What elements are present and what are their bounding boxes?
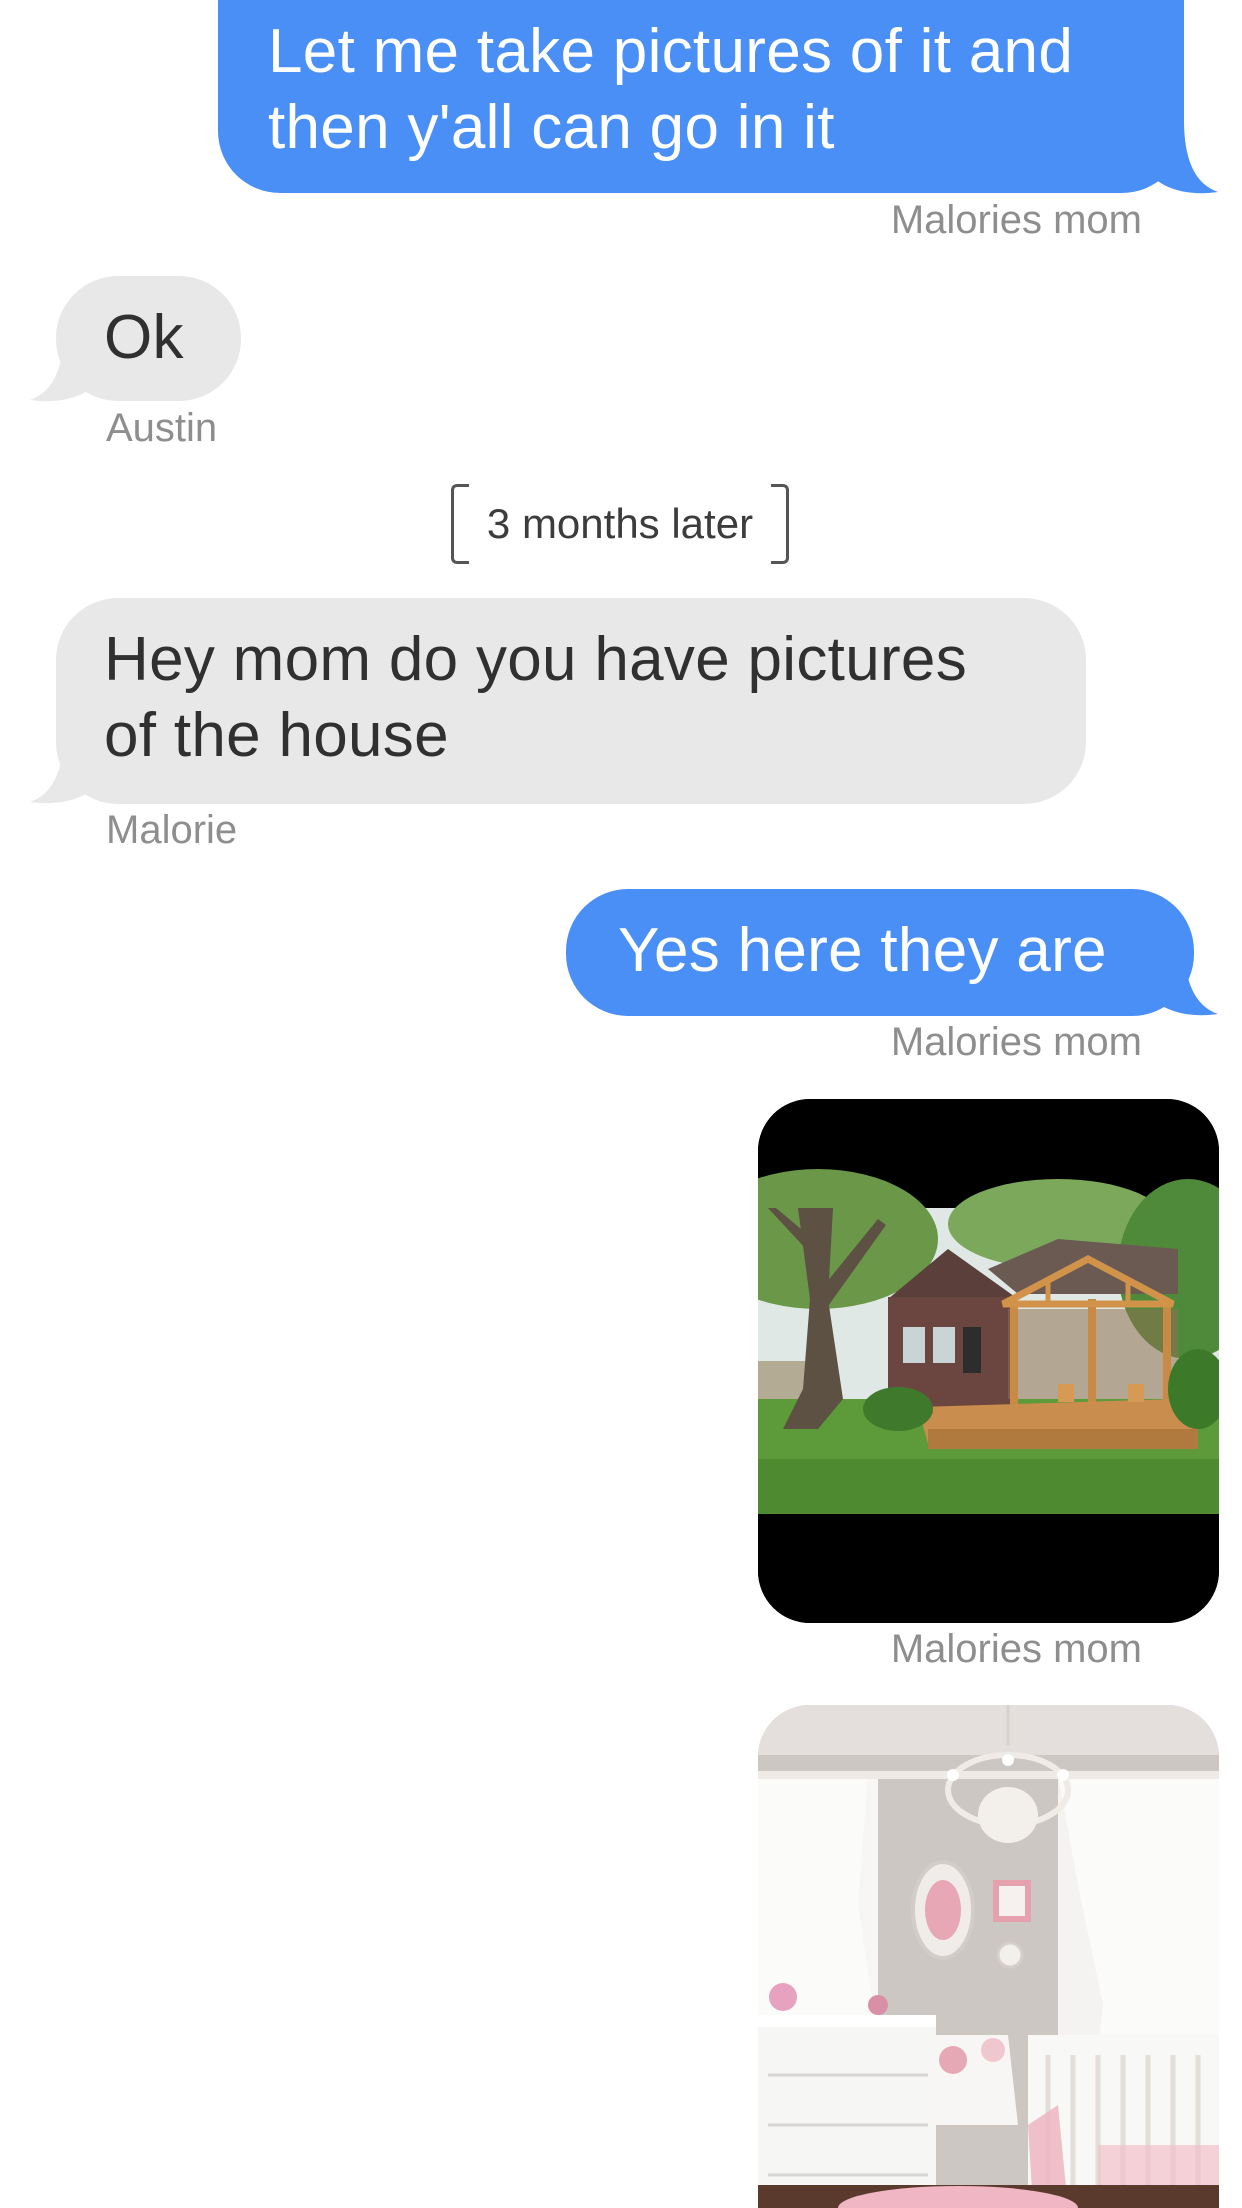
sent-message-bubble[interactable]: Let me take pictures of it and then y'al… xyxy=(218,0,1184,193)
sent-bubble-tail xyxy=(1150,120,1218,194)
divider-text: 3 months later xyxy=(486,500,754,547)
sender-name: Malories mom xyxy=(890,1627,1142,1671)
message-text-line: Let me take pictures of it and xyxy=(268,17,1074,86)
sender-name: Malorie xyxy=(106,808,238,852)
house-photo-message[interactable] xyxy=(758,1099,1219,1623)
message-text-line: Hey mom do you have pictures xyxy=(104,625,968,694)
bracket-left xyxy=(451,484,469,564)
nursery-photo-message[interactable] xyxy=(758,1705,1219,2208)
message-text: Yes here they are xyxy=(618,916,1107,985)
sender-name: Malories mom xyxy=(890,1020,1142,1064)
house-with-deck-photo xyxy=(758,1099,1219,1623)
sender-name: Austin xyxy=(106,406,218,450)
received-bubble-tail xyxy=(30,730,98,804)
nursery-room-photo xyxy=(758,1705,1219,2208)
message-text: Ok xyxy=(104,303,184,372)
bracket-right xyxy=(771,484,789,564)
sent-message-bubble[interactable]: Yes here they are xyxy=(566,889,1194,1016)
received-bubble-tail xyxy=(30,328,98,402)
message-text-line: of the house xyxy=(104,701,449,770)
received-message-bubble[interactable]: Hey mom do you have pictures of the hous… xyxy=(56,598,1086,804)
message-text-line: then y'all can go in it xyxy=(268,93,835,162)
time-divider: 3 months later xyxy=(451,484,789,564)
sender-name: Malories mom xyxy=(890,198,1142,242)
sent-bubble-tail xyxy=(1150,942,1218,1016)
